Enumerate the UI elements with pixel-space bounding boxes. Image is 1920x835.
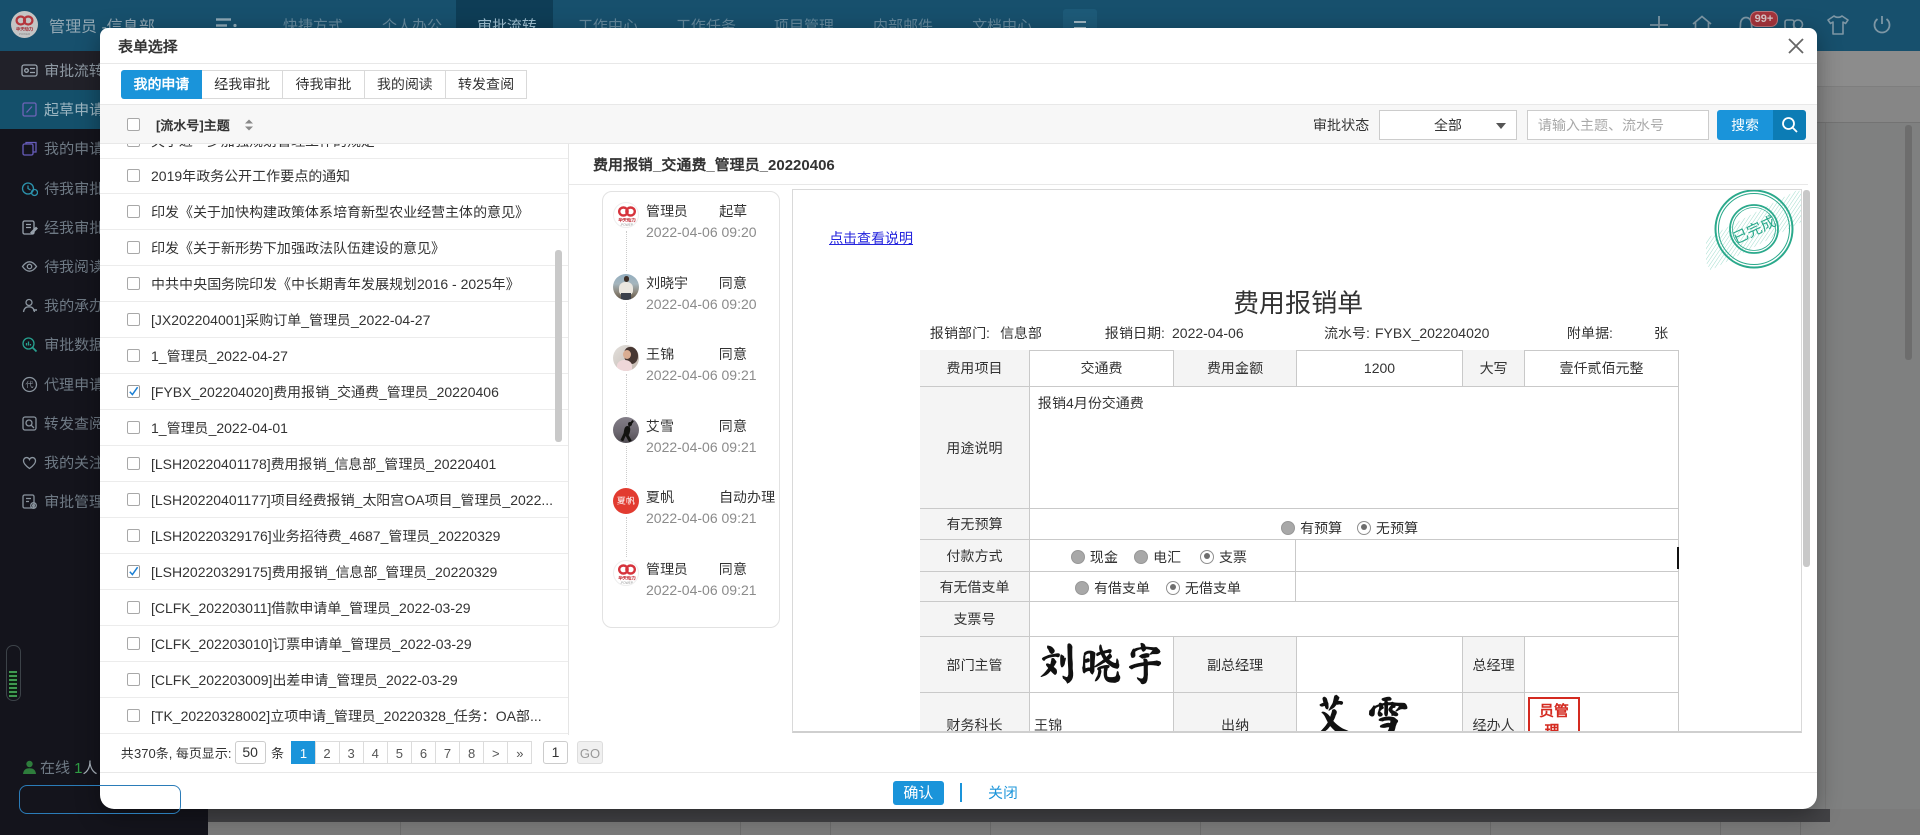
svg-text:代: 代 xyxy=(25,379,34,390)
svg-text:-POWER-: -POWER- xyxy=(620,580,634,585)
svg-text:POWER: POWER xyxy=(19,32,31,36)
svg-text:-POWER-: -POWER- xyxy=(620,222,634,227)
